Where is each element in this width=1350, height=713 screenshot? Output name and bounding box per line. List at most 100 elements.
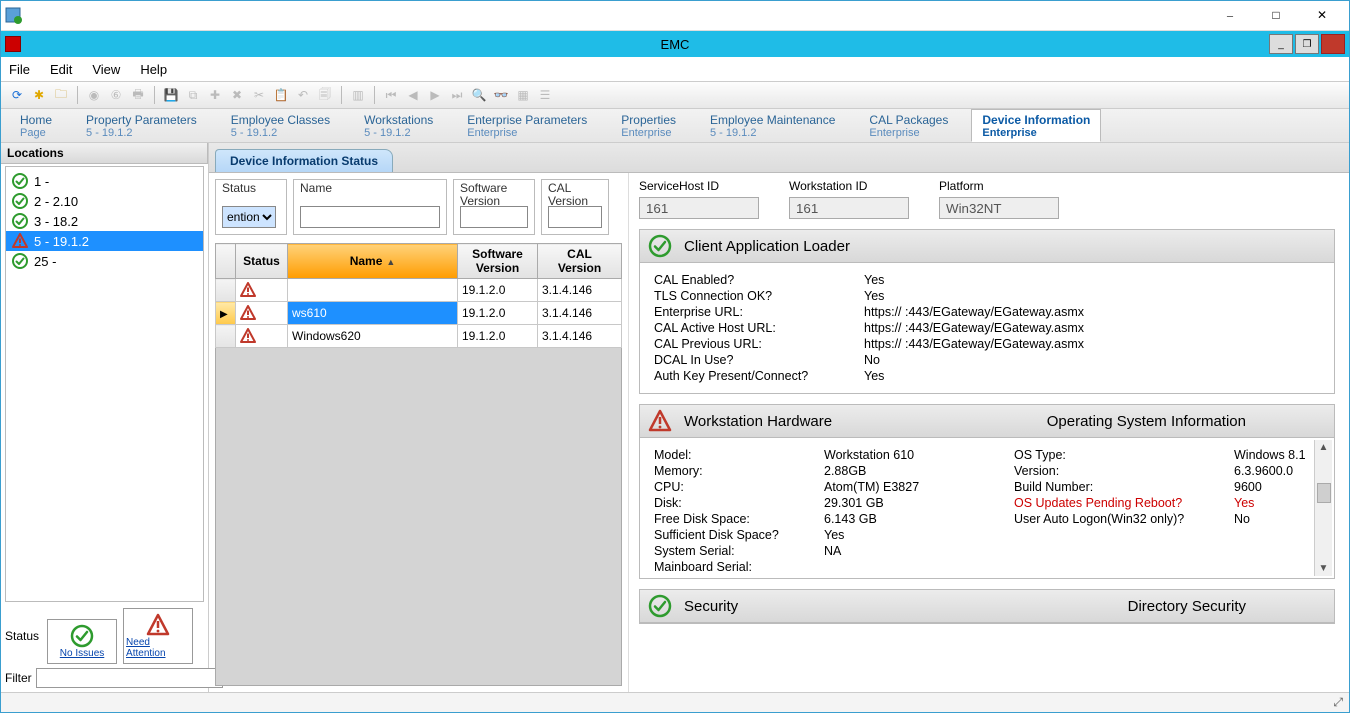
nav-tab-enterprise-parameters[interactable]: Enterprise ParametersEnterprise <box>456 109 598 142</box>
legend-no-issues[interactable]: No Issues <box>47 619 117 664</box>
cv-filter-input[interactable] <box>548 206 602 228</box>
scroll-thumb[interactable] <box>1317 483 1331 503</box>
table-row[interactable]: Windows62019.1.2.03.1.4.146 <box>216 325 622 348</box>
ok-icon <box>70 624 94 648</box>
refresh-icon[interactable]: ⟳ <box>7 85 27 105</box>
clipboard-icon[interactable]: 🗐 <box>315 85 335 105</box>
name-filter-input[interactable] <box>300 206 440 228</box>
print-icon[interactable]: 🖶 <box>128 85 148 105</box>
sv-filter-input[interactable] <box>460 206 528 228</box>
table-icon[interactable]: ▦ <box>513 85 533 105</box>
app-restore-button[interactable]: ❐ <box>1295 34 1319 54</box>
nav-tab-properties[interactable]: PropertiesEnterprise <box>610 109 687 142</box>
section-hw-title: Workstation Hardware <box>684 413 832 430</box>
os-maximize-button[interactable]: □ <box>1253 2 1299 30</box>
menu-view[interactable]: View <box>92 62 120 77</box>
location-item[interactable]: 5 - 19.1.2 <box>6 231 203 251</box>
location-item[interactable]: 25 - <box>6 251 203 271</box>
device-grid[interactable]: Status Name▲ Software Version CAL Versio… <box>215 243 622 348</box>
prev-record-icon[interactable]: ◀ <box>403 85 423 105</box>
binoculars-icon[interactable]: 👓 <box>491 85 511 105</box>
record-icon[interactable]: ◉ <box>84 85 104 105</box>
ok-icon <box>12 253 28 269</box>
ok-icon <box>12 173 28 189</box>
section-security-title: Security <box>684 598 738 615</box>
legend-need-attention-link[interactable]: Need Attention <box>126 637 190 659</box>
location-item[interactable]: 3 - 18.2 <box>6 211 203 231</box>
kv-value <box>824 576 994 578</box>
menu-file[interactable]: File <box>9 62 30 77</box>
list-icon[interactable]: ☰ <box>535 85 555 105</box>
kv-key: TLS Connection OK? <box>654 289 854 303</box>
section-dir-security-title: Directory Security <box>1128 598 1326 615</box>
copy-icon[interactable]: ⧉ <box>183 85 203 105</box>
new-icon[interactable]: ✱ <box>29 85 49 105</box>
kv-value: 6.3.9600.0 <box>1234 464 1310 478</box>
location-item[interactable]: 1 - <box>6 171 203 191</box>
legend-need-attention[interactable]: Need Attention <box>123 608 193 664</box>
filter-input[interactable] <box>36 668 223 688</box>
locations-list[interactable]: 1 - 2 - 2.10 3 - 18.2 5 - 19.1.225 - <box>5 166 204 602</box>
cell-name <box>288 279 458 302</box>
location-item[interactable]: 2 - 2.10 <box>6 191 203 211</box>
cell-sv: 19.1.2.0 <box>458 279 538 302</box>
nav-tab-workstations[interactable]: Workstations5 - 19.1.2 <box>353 109 444 142</box>
nav-tab-home[interactable]: HomePage <box>9 109 63 142</box>
next-record-icon[interactable]: ▶ <box>425 85 445 105</box>
col-cv[interactable]: CAL Version <box>538 244 622 279</box>
cell-cv: 3.1.4.146 <box>538 279 622 302</box>
undo-icon[interactable]: ↶ <box>293 85 313 105</box>
kv-key: DCAL In Use? <box>654 353 854 367</box>
kv-value: Yes <box>864 273 1084 287</box>
menu-help[interactable]: Help <box>140 62 167 77</box>
hw-scrollbar[interactable]: ▲ ▼ <box>1314 440 1332 576</box>
scroll-up-icon[interactable]: ▲ <box>1319 442 1329 453</box>
table-row[interactable]: 19.1.2.03.1.4.146 <box>216 279 622 302</box>
col-sv[interactable]: Software Version <box>458 244 538 279</box>
legend-no-issues-link[interactable]: No Issues <box>60 648 104 659</box>
toggle-panel-icon[interactable]: ▥ <box>348 85 368 105</box>
counter-icon[interactable]: ⑥ <box>106 85 126 105</box>
app-minimize-button[interactable]: _ <box>1269 34 1293 54</box>
first-record-icon[interactable]: ⏮ <box>381 85 401 105</box>
cut-icon[interactable]: ✂ <box>249 85 269 105</box>
status-filter-select[interactable]: ention <box>222 206 276 228</box>
folder-icon[interactable]: 🗀 <box>51 85 71 105</box>
nav-tab-device-information[interactable]: Device InformationEnterprise <box>971 109 1101 142</box>
expand-icon[interactable]: ⤢ <box>1333 695 1343 710</box>
location-label: 3 - 18.2 <box>34 214 78 229</box>
nav-tab-employee-classes[interactable]: Employee Classes5 - 19.1.2 <box>220 109 341 142</box>
location-label: 2 - 2.10 <box>34 194 78 209</box>
col-name[interactable]: Name▲ <box>288 244 458 279</box>
filter-box-software-version: Software Version <box>453 179 535 235</box>
filter-box-status: Status ention <box>215 179 287 235</box>
ok-icon <box>648 594 672 618</box>
cell-sv: 19.1.2.0 <box>458 325 538 348</box>
section-security: Security Directory Security <box>639 589 1335 624</box>
col-status[interactable]: Status <box>236 244 288 279</box>
paste-icon[interactable]: 📋 <box>271 85 291 105</box>
add-icon[interactable]: ✚ <box>205 85 225 105</box>
scroll-down-icon[interactable]: ▼ <box>1319 563 1329 574</box>
save-icon[interactable]: 💾 <box>161 85 181 105</box>
filter-label-cv: CAL Version <box>548 182 588 207</box>
os-minimize-button[interactable]: – <box>1207 2 1253 30</box>
kv-value: Yes <box>864 369 1084 383</box>
servicehost-id-field <box>639 197 759 219</box>
os-close-button[interactable]: ✕ <box>1299 2 1345 30</box>
find-icon[interactable]: 🔍 <box>469 85 489 105</box>
nav-tab-cal-packages[interactable]: CAL PackagesEnterprise <box>858 109 959 142</box>
cell-cv: 3.1.4.146 <box>538 302 622 325</box>
menu-edit[interactable]: Edit <box>50 62 72 77</box>
nav-tab-property-parameters[interactable]: Property Parameters5 - 19.1.2 <box>75 109 208 142</box>
kv-key: Sufficient Disk Space? <box>654 528 814 542</box>
kv-key: Memory: <box>654 464 814 478</box>
table-row[interactable]: ▶ws61019.1.2.03.1.4.146 <box>216 302 622 325</box>
sub-tab-device-info[interactable]: Device Information Status <box>215 149 393 172</box>
nav-tab-employee-maintenance[interactable]: Employee Maintenance5 - 19.1.2 <box>699 109 846 142</box>
delete-icon[interactable]: ✖ <box>227 85 247 105</box>
last-record-icon[interactable]: ⏭ <box>447 85 467 105</box>
filter-box-cal-version: CAL Version <box>541 179 609 235</box>
app-close-button[interactable] <box>1321 34 1345 54</box>
location-label: 1 - <box>34 174 49 189</box>
